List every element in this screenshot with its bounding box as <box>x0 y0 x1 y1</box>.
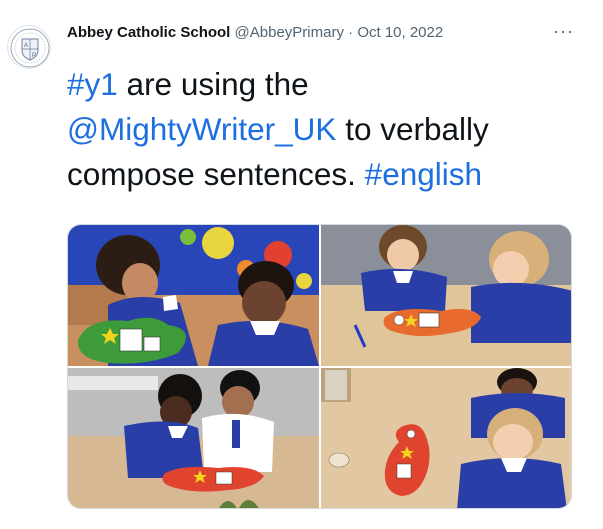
hashtag-y1[interactable]: #y1 <box>67 66 118 102</box>
svg-text:A: A <box>24 43 28 49</box>
svg-text:P: P <box>32 53 36 59</box>
user-handle[interactable]: @AbbeyPrimary <box>235 24 344 41</box>
photo-1[interactable] <box>68 225 319 366</box>
separator-dot: · <box>348 24 354 41</box>
school-crest-icon: A P <box>10 28 50 68</box>
photo-4[interactable] <box>321 368 571 508</box>
tweet-header: Abbey Catholic School @AbbeyPrimary · Oc… <box>67 24 443 44</box>
mention-mightywriter[interactable]: @MightyWriter_UK <box>67 111 336 147</box>
avatar[interactable]: A P <box>7 25 51 69</box>
tweet-text-line1: are using the <box>117 66 309 102</box>
photo-2[interactable] <box>321 225 571 366</box>
tweet-text-line3: compose sentences. <box>67 156 365 192</box>
tweet-text: #y1 are using the @MightyWriter_UK to ve… <box>67 62 577 197</box>
display-name[interactable]: Abbey Catholic School <box>67 24 230 41</box>
more-horizontal-icon[interactable]: ··· <box>553 22 573 42</box>
tweet-text-line2: to verbally <box>336 111 489 147</box>
photo-3[interactable] <box>68 368 319 508</box>
media-grid <box>67 224 572 509</box>
tweet-date[interactable]: Oct 10, 2022 <box>357 24 443 41</box>
hashtag-english[interactable]: #english <box>365 156 482 192</box>
